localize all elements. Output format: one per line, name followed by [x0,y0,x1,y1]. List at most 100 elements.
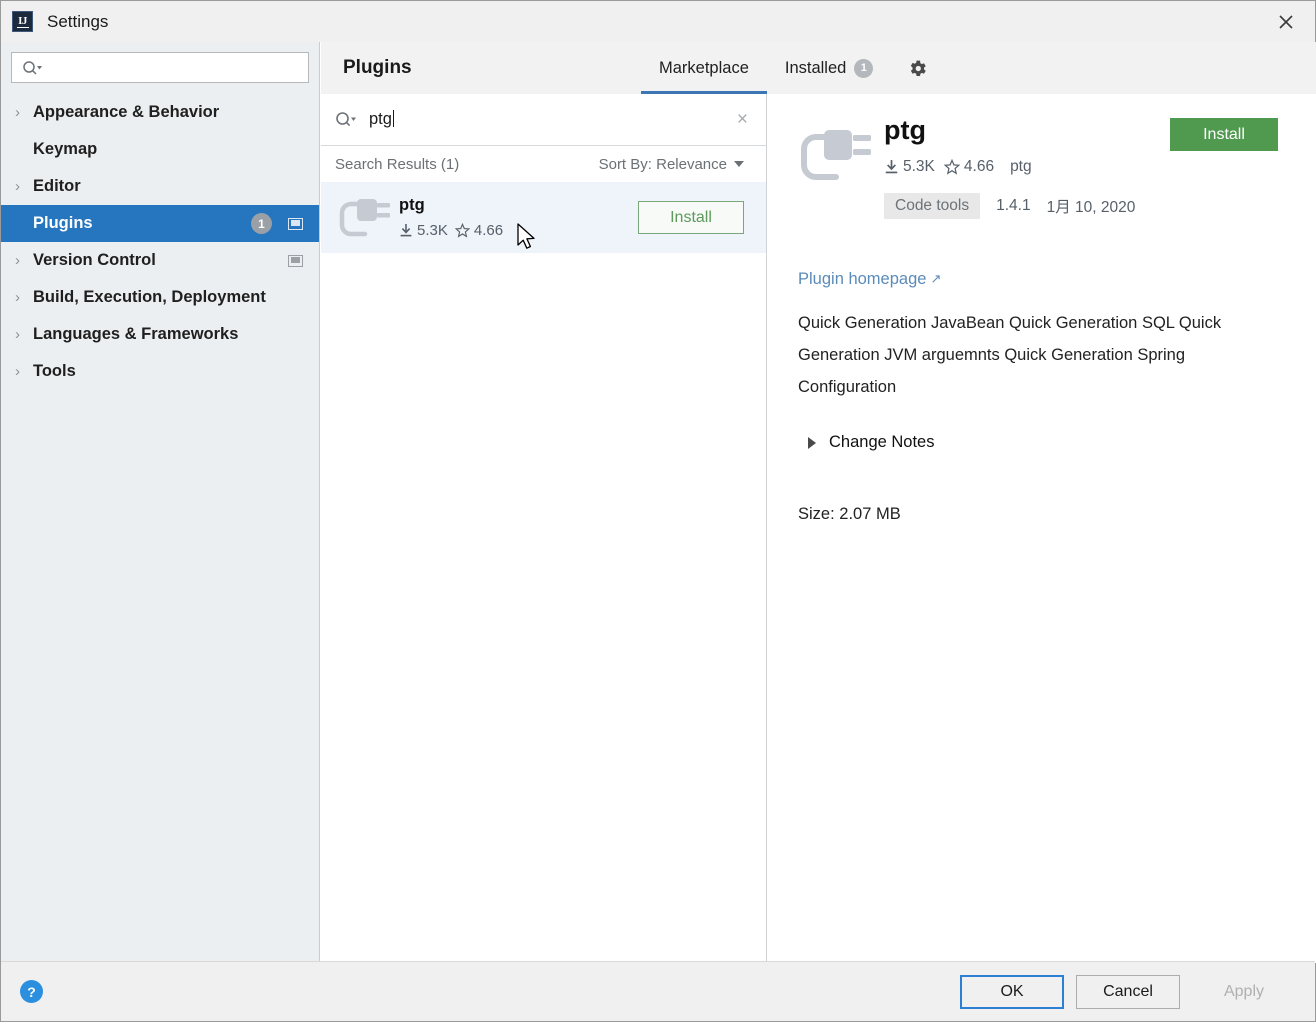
gear-icon[interactable] [891,42,943,94]
chevron-down-icon [734,161,744,167]
chevron-right-icon: › [15,289,20,306]
plugin-detail-stats: 5.3K 4.66 ptg [884,158,1170,176]
downloads-stat: 5.3K [399,222,448,239]
sidebar-item-tools[interactable]: › Tools [1,353,319,390]
sidebar-item-label: Appearance & Behavior [33,103,220,121]
sidebar-item-label: Build, Execution, Deployment [33,288,266,306]
dialog-buttons: OK Cancel Apply [960,974,1296,1009]
clear-search-icon[interactable]: × [733,110,752,129]
help-icon[interactable]: ? [20,980,43,1003]
plugin-detail-name: ptg [884,115,926,145]
chevron-right-icon: › [15,326,20,343]
plugin-vendor: ptg [1010,157,1032,175]
cancel-button[interactable]: Cancel [1076,974,1180,1009]
settings-dialog: IJ Settings › Appearance & Behavior Keym… [0,0,1316,1022]
results-bar: Search Results (1) Sort By: Relevance [321,146,766,182]
downloads-stat: 5.3K [884,158,935,176]
downloads-value: 5.3K [417,222,448,239]
sidebar-item-languages-frameworks[interactable]: › Languages & Frameworks [1,316,319,353]
tab-installed[interactable]: Installed 1 [767,42,891,94]
plugin-date: 1月 10, 2020 [1046,198,1136,216]
plugin-detail-header: ptg 5.3K 4.66 ptg Code tools 1.4.1 1月 10… [798,115,1278,219]
rating-stat: 4.66 [454,222,504,239]
chevron-right-icon: › [15,178,20,195]
tab-marketplace[interactable]: Marketplace [641,42,767,94]
plugin-search-input[interactable]: ptg [369,110,733,129]
sidebar-plugins-badge: 1 [251,213,272,234]
plugin-list-panel: ptg × Search Results (1) Sort By: Releva… [321,94,767,963]
external-link-icon: ↗ [930,271,942,287]
chevron-right-icon: › [15,363,20,380]
triangle-right-icon [808,436,816,449]
sidebar-item-label: Languages & Frameworks [33,325,239,343]
install-button-detail[interactable]: Install [1170,118,1278,151]
plugin-search-bar[interactable]: ptg × [321,94,766,146]
chevron-right-icon: › [15,104,20,121]
rating-value: 4.66 [473,222,504,239]
intellij-logo-icon: IJ [12,11,33,32]
search-icon [22,60,42,76]
sidebar-item-version-control[interactable]: › Version Control [1,242,319,279]
sort-by-label: Sort By: Relevance [598,155,727,173]
plugin-search-value: ptg [369,110,392,128]
window-title: Settings [47,11,109,31]
sidebar-item-build-execution-deployment[interactable]: › Build, Execution, Deployment [1,279,319,316]
sidebar-item-label: Tools [33,362,76,380]
chevron-placeholder-icon: › [15,142,33,157]
change-notes-label: Change Notes [829,433,935,452]
plugin-list-item-info: ptg 5.3K 4.66 [399,196,638,239]
plugin-homepage-link[interactable]: Plugin homepage ↗ [798,270,941,289]
tab-label: Installed [784,58,847,77]
plugin-icon [798,122,876,195]
settings-search-input[interactable] [11,52,309,83]
sidebar-item-label: Keymap [33,140,98,158]
change-notes-toggle[interactable]: Change Notes [798,433,1278,452]
modified-settings-icon [288,254,303,267]
chevron-right-icon: › [15,252,20,269]
ok-button[interactable]: OK [960,974,1064,1009]
plugin-detail-main: ptg 5.3K 4.66 ptg Code tools 1.4.1 1月 10… [884,115,1170,219]
plugin-size: Size: 2.07 MB [798,505,901,524]
downloads-value: 5.3K [903,157,935,175]
search-results-count: Search Results (1) [335,155,460,173]
download-icon [885,159,898,173]
rating-value: 4.66 [963,157,995,175]
installed-count-badge: 1 [854,58,874,78]
dialog-footer: ? OK Cancel Apply [1,961,1315,1021]
plugin-version: 1.4.1 [996,196,1031,214]
rating-stat: 4.66 [943,157,995,176]
search-icon [335,111,357,128]
intellij-logo-text: IJ [18,15,27,27]
plugin-detail-panel: ptg 5.3K 4.66 ptg Code tools 1.4.1 1月 10… [768,94,1316,963]
close-icon[interactable] [1257,1,1315,42]
tab-label: Marketplace [659,58,749,77]
star-icon [943,158,960,175]
apply-button: Apply [1192,974,1296,1009]
settings-sidebar: › Appearance & Behavior › Keymap › Edito… [1,42,320,963]
plugin-description: Quick Generation JavaBean Quick Generati… [798,313,1222,397]
sort-by-dropdown[interactable]: Sort By: Relevance [599,156,744,173]
sidebar-item-editor[interactable]: › Editor [1,168,319,205]
download-icon [400,224,412,237]
settings-tree: › Appearance & Behavior › Keymap › Edito… [1,94,319,390]
sidebar-item-label: Version Control [33,251,156,269]
plugin-name: ptg [399,196,425,214]
sidebar-item-appearance-behavior[interactable]: › Appearance & Behavior [1,94,319,131]
plugin-list-item-ptg[interactable]: ptg 5.3K 4.66 Install [321,182,766,253]
text-caret [392,110,394,127]
sidebar-item-plugins[interactable]: › Plugins 1 [1,205,319,242]
plugin-homepage-label: Plugin homepage [798,269,927,288]
plugin-detail-tags: Code tools 1.4.1 1月 10, 2020 [884,192,1170,219]
plugin-icon [337,191,393,244]
sidebar-item-label: Editor [33,177,81,195]
plugin-category-chip[interactable]: Code tools [884,192,981,219]
modified-settings-icon [288,217,303,230]
sidebar-item-label: Plugins [33,214,93,232]
plugin-tabs: Marketplace Installed 1 [641,42,943,94]
plugin-stats: 5.3K 4.66 [399,222,638,239]
star-icon [454,223,470,238]
page-title: Plugins [343,57,412,78]
install-button-list[interactable]: Install [638,201,744,234]
title-bar: IJ Settings [1,1,1315,42]
sidebar-item-keymap[interactable]: › Keymap [1,131,319,168]
